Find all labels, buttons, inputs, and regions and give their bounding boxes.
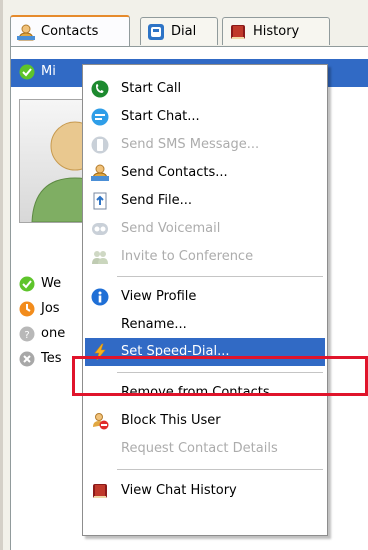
menu-item-label: Request Contact Details (121, 441, 278, 456)
contacts-icon (17, 24, 35, 40)
contact-name: We (41, 276, 62, 291)
highlight-annotation-box (72, 356, 368, 396)
contact-name: one (41, 326, 66, 341)
menu-item-invite-conference[interactable]: Invite to Conference (85, 243, 325, 271)
sms-icon (91, 136, 109, 154)
tab-contacts-label: Contacts (41, 24, 99, 39)
offline-status-icon: ? (19, 326, 35, 346)
menu-item-label: Send SMS Message... (121, 137, 260, 152)
tab-history-label: History (253, 24, 300, 39)
chat-icon (91, 108, 109, 126)
menu-item-label: Send Contacts... (121, 165, 228, 180)
history-book-icon (231, 24, 245, 39)
phone-icon (91, 80, 109, 98)
tab-bar: Contacts Dial History (10, 15, 368, 47)
menu-item-label: Start Chat... (121, 109, 200, 124)
contact-name: Tes (41, 351, 62, 366)
send-contacts-icon (91, 164, 109, 181)
away-status-icon (19, 301, 35, 321)
window-border (0, 0, 3, 550)
selected-contact-name: Mi (41, 64, 56, 79)
block-user-icon (93, 413, 109, 430)
online-status-icon (19, 64, 35, 84)
menu-item-send-voicemail[interactable]: Send Voicemail (85, 215, 325, 243)
send-file-icon (93, 192, 107, 210)
contact-context-menu: Start Call Start Chat... Send SMS Messag… (82, 64, 328, 536)
menu-item-block-user[interactable]: Block This User (85, 407, 325, 435)
conference-icon (92, 251, 108, 264)
menu-item-rename[interactable]: Rename... (85, 311, 325, 339)
skype-window: Contacts Dial History Mi We Jos ? one Te… (0, 0, 368, 550)
svg-text:?: ? (24, 330, 29, 341)
dial-icon (148, 23, 164, 40)
menu-separator (117, 469, 323, 470)
voicemail-icon (92, 223, 108, 235)
menu-item-label: View Profile (121, 289, 197, 304)
menu-item-request-contact-details[interactable]: Request Contact Details (85, 435, 325, 463)
menu-item-label: Start Call (121, 81, 182, 96)
tab-dial[interactable]: Dial (140, 17, 218, 45)
menu-item-view-chat-history[interactable]: View Chat History (85, 477, 325, 505)
menu-item-view-profile[interactable]: View Profile (85, 283, 325, 311)
info-icon (91, 288, 109, 306)
menu-item-send-contacts[interactable]: Send Contacts... (85, 159, 325, 187)
menu-item-label: Rename... (121, 317, 187, 332)
not-available-status-icon (19, 351, 35, 371)
online-status-icon (19, 276, 35, 296)
menu-item-label: Block This User (121, 413, 221, 428)
menu-item-send-file[interactable]: Send File... (85, 187, 325, 215)
chat-history-icon (93, 484, 107, 498)
tab-history[interactable]: History (222, 17, 330, 45)
tab-dial-label: Dial (171, 24, 197, 39)
menu-item-send-sms[interactable]: Send SMS Message... (85, 131, 325, 159)
menu-item-label: Send Voicemail (121, 221, 221, 236)
menu-item-start-call[interactable]: Start Call (85, 75, 325, 103)
menu-item-start-chat[interactable]: Start Chat... (85, 103, 325, 131)
menu-item-label: View Chat History (121, 483, 237, 498)
menu-item-label: Invite to Conference (121, 249, 254, 264)
menu-item-label: Send File... (121, 193, 193, 208)
contact-name: Jos (41, 301, 60, 316)
menu-separator (117, 276, 323, 277)
tab-contacts[interactable]: Contacts (10, 15, 130, 46)
